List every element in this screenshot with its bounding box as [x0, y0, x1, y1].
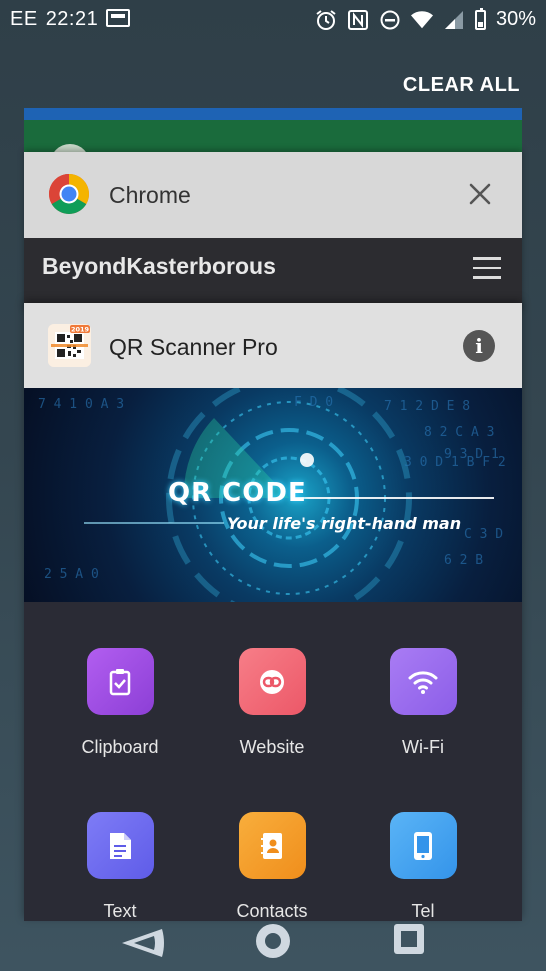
- qr-card-title: QR Scanner Pro: [109, 334, 278, 360]
- chrome-card-title: Chrome: [109, 182, 191, 208]
- svg-text:2 5 A 0: 2 5 A 0: [44, 567, 99, 582]
- svg-text:3 0 D 1 B F 2: 3 0 D 1 B F 2: [404, 455, 506, 470]
- wifi-status-icon: [410, 9, 433, 31]
- recent-app-card-chrome[interactable]: Chrome BeyondKasterborous: [24, 152, 522, 312]
- tile-wifi[interactable]: Wi-Fi: [348, 648, 498, 758]
- signal-icon: [443, 9, 465, 31]
- status-left: EE 22:21: [10, 8, 138, 31]
- tile-label: Text: [103, 901, 137, 921]
- chrome-page-toolbar: BeyondKasterborous: [24, 238, 522, 300]
- tile-label: Tel: [411, 901, 435, 921]
- nfc-icon: [347, 9, 369, 31]
- clipboard-icon: [86, 648, 154, 715]
- banner-title: QR CODE: [168, 478, 307, 508]
- home-icon[interactable]: [256, 924, 290, 958]
- tile-label: Wi-Fi: [402, 737, 444, 757]
- link-icon: [238, 648, 306, 715]
- site-title: BeyondKasterborous: [42, 253, 276, 279]
- tile-label: Website: [239, 737, 305, 757]
- banner-tagline: Your life's right-hand man: [227, 514, 462, 533]
- tile-text[interactable]: Text: [45, 812, 195, 921]
- svg-text:6 2 B: 6 2 B: [444, 553, 483, 568]
- tile-website[interactable]: Website: [197, 648, 347, 758]
- contacts-icon: [238, 812, 306, 879]
- alarm-icon: [315, 9, 337, 31]
- battery-percent: 30%: [495, 8, 536, 30]
- svg-text:8 2 C A 3: 8 2 C A 3: [424, 425, 494, 440]
- back-icon[interactable]: [120, 925, 166, 961]
- tile-tel[interactable]: Tel: [348, 812, 498, 921]
- svg-text:F D 0: F D 0: [294, 395, 333, 410]
- recent-app-card-qr-scanner[interactable]: 2019 QR Scanner Pro i 7 4 1 0 A 3 7 1 2 …: [24, 303, 522, 921]
- svg-text:7 4 1 0 A 3: 7 4 1 0 A 3: [38, 397, 124, 412]
- carrier-label: EE: [10, 8, 38, 30]
- battery-icon: [474, 7, 486, 30]
- info-icon[interactable]: i: [463, 330, 495, 362]
- qr-scanner-app-icon: 2019: [48, 324, 91, 367]
- status-bar: EE 22:21 30%: [0, 0, 546, 38]
- scan-type-grid: Clipboard Website Wi-Fi Text Contacts Te…: [24, 602, 522, 921]
- do-not-disturb-icon: [379, 9, 401, 31]
- notification-icon: [106, 9, 131, 27]
- navigation-bar: [0, 921, 546, 971]
- phone-icon: [389, 812, 457, 879]
- app-icon-badge: 2019: [71, 326, 90, 334]
- recents-icon[interactable]: [394, 924, 424, 954]
- tile-label: Clipboard: [81, 737, 159, 757]
- chrome-logo-icon: [49, 174, 89, 214]
- wifi-icon: [389, 648, 457, 715]
- tile-label: Contacts: [236, 901, 308, 921]
- svg-text:7 1 2 D E 8: 7 1 2 D E 8: [384, 399, 470, 414]
- clock: 22:21: [45, 8, 99, 30]
- close-icon[interactable]: [466, 180, 494, 208]
- menu-icon: [473, 257, 501, 279]
- document-icon: [86, 812, 154, 879]
- tile-contacts[interactable]: Contacts: [197, 812, 347, 921]
- promo-banner: 7 4 1 0 A 3 7 1 2 D E 8 8 2 C A 3 9 3 D …: [24, 388, 522, 602]
- tile-clipboard[interactable]: Clipboard: [45, 648, 195, 758]
- status-right: 30%: [315, 7, 536, 31]
- clear-all-button[interactable]: CLEAR ALL: [403, 74, 520, 97]
- chrome-card-header: Chrome: [24, 152, 522, 238]
- qr-card-header: 2019 QR Scanner Pro i: [24, 303, 522, 388]
- svg-text:C 3 D: C 3 D: [464, 527, 503, 542]
